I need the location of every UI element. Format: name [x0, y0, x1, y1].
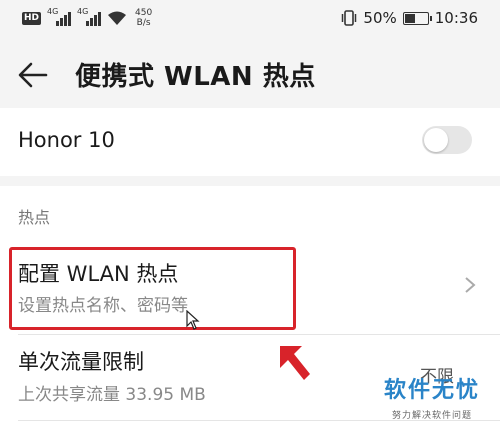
network-type-label: 4G — [47, 7, 59, 16]
status-bar-left: HD 4G 4G 450 B/s — [22, 7, 152, 28]
hd-voice-badge: HD — [22, 11, 42, 25]
battery-percent: 50% — [363, 9, 397, 27]
cellular-signal-icon-2: 4G — [77, 7, 102, 26]
back-arrow-icon[interactable] — [16, 58, 50, 92]
mouse-cursor-icon — [186, 310, 200, 330]
data-limit-subtitle: 上次共享流量 33.95 MB — [18, 385, 206, 405]
annotation-arrow-icon — [280, 346, 310, 380]
battery-icon — [402, 11, 432, 25]
speed-unit: B/s — [136, 18, 151, 28]
device-name: Honor 10 — [18, 128, 115, 152]
top-app-bar: 便携式 WLAN 热点 — [0, 38, 500, 108]
page-title: 便携式 WLAN 热点 — [75, 62, 316, 92]
toggle-knob — [424, 128, 448, 152]
watermark: 软件无忧 努力解决软件问题 — [372, 378, 492, 421]
status-bar-right: 50% 10:36 — [341, 9, 478, 27]
vibrate-icon — [342, 10, 357, 26]
network-speed: 450 B/s — [135, 8, 152, 28]
cellular-signal-icon: 4G — [47, 7, 72, 26]
data-limit-title: 单次流量限制 — [18, 350, 144, 374]
watermark-subtitle: 努力解决软件问题 — [391, 411, 472, 421]
speed-value: 450 — [135, 8, 153, 18]
hotspot-toggle[interactable] — [422, 126, 472, 154]
wifi-icon — [108, 11, 127, 25]
watermark-title: 软件无忧 — [383, 378, 480, 403]
clock: 10:36 — [434, 9, 478, 27]
network-type-label-2: 4G — [77, 7, 89, 16]
chevron-right-icon — [465, 277, 476, 293]
section-header: 热点 — [18, 208, 51, 227]
highlight-box — [9, 247, 296, 330]
status-bar: HD 4G 4G 450 B/s 50% 10:36 — [0, 0, 500, 38]
